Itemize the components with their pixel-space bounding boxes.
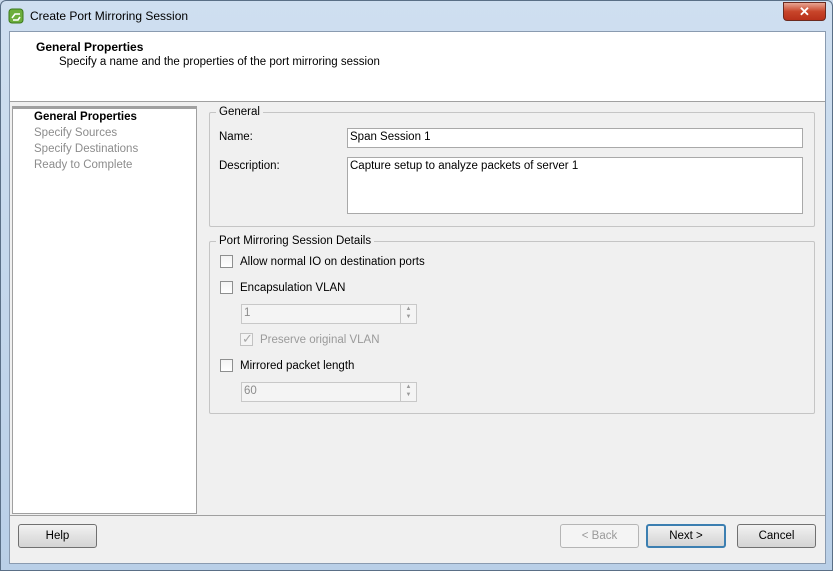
dialog-window: Create Port Mirroring Session ✕ General … (0, 0, 833, 571)
allow-io-label[interactable]: Allow normal IO on destination ports (240, 256, 425, 268)
encap-vlan-input: 1 ▲ ▼ (241, 304, 417, 324)
checkmark-icon: ✓ (242, 331, 253, 346)
page-subtitle: Specify a name and the properties of the… (59, 56, 380, 68)
encap-vlan-checkbox[interactable] (220, 281, 233, 294)
step-specify-sources[interactable]: Specify Sources (34, 127, 117, 139)
session-details-legend: Port Mirroring Session Details (219, 235, 372, 247)
page-header: General Properties Specify a name and th… (10, 32, 825, 102)
description-label: Description: (219, 160, 280, 172)
description-textarea[interactable]: Capture setup to analyze packets of serv… (347, 157, 803, 214)
back-button[interactable]: < Back (560, 524, 639, 548)
spinner-up-icon: ▲ (405, 384, 412, 390)
encap-vlan-value: 1 (244, 307, 251, 319)
close-icon: ✕ (799, 4, 810, 19)
title-bar[interactable]: Create Port Mirroring Session ✕ (1, 1, 832, 31)
help-button[interactable]: Help (18, 524, 97, 548)
step-specify-destinations[interactable]: Specify Destinations (34, 143, 138, 155)
active-step-indicator (13, 107, 196, 109)
name-label: Name: (219, 131, 253, 143)
spinner-down-icon: ▼ (405, 314, 412, 320)
close-button[interactable]: ✕ (783, 2, 826, 21)
step-ready-to-complete[interactable]: Ready to Complete (34, 159, 132, 171)
spinner-down-icon: ▼ (405, 392, 412, 398)
mirrored-length-spinner: ▲ ▼ (400, 383, 416, 401)
page-title: General Properties (36, 40, 144, 54)
main-panel: General Name: Span Session 1 Description… (198, 106, 825, 514)
mirrored-length-label[interactable]: Mirrored packet length (240, 360, 354, 372)
allow-io-checkbox[interactable] (220, 255, 233, 268)
cancel-button[interactable]: Cancel (737, 524, 816, 548)
window-title: Create Port Mirroring Session (30, 9, 189, 23)
footer-divider (10, 515, 825, 516)
name-input[interactable]: Span Session 1 (347, 128, 803, 148)
spinner-up-icon: ▲ (405, 306, 412, 312)
wizard-steps-panel: General Properties Specify Sources Speci… (12, 106, 197, 514)
step-general-properties[interactable]: General Properties (34, 111, 137, 123)
encap-vlan-label[interactable]: Encapsulation VLAN (240, 282, 345, 294)
mirrored-length-value: 60 (244, 385, 257, 397)
vsphere-app-icon (8, 8, 24, 24)
encap-vlan-spinner: ▲ ▼ (400, 305, 416, 323)
dialog-client-area: General Properties Specify a name and th… (9, 31, 826, 564)
preserve-vlan-checkbox: ✓ (240, 331, 253, 346)
preserve-vlan-label: Preserve original VLAN (260, 334, 380, 346)
general-legend: General (219, 106, 260, 118)
mirrored-length-input: 60 ▲ ▼ (241, 382, 417, 402)
mirrored-length-checkbox[interactable] (220, 359, 233, 372)
next-button[interactable]: Next > (646, 524, 726, 548)
